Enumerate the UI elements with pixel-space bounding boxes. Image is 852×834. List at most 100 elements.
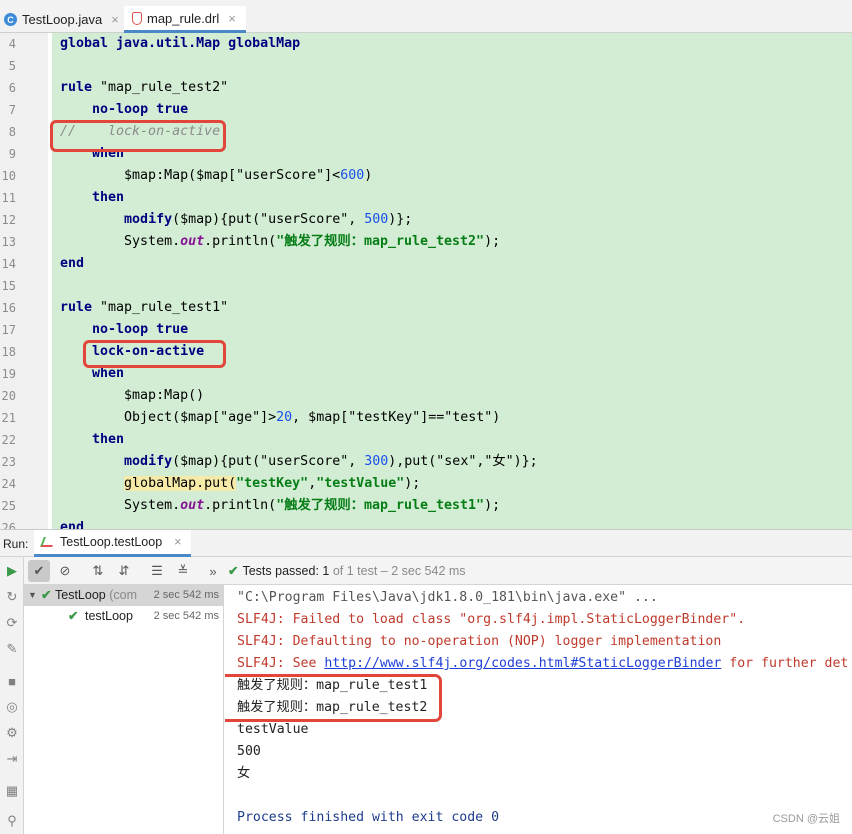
rerun-failed-icon[interactable]: ↻ xyxy=(3,588,21,606)
code-text: then xyxy=(60,429,124,451)
expand-all-icon[interactable]: ☰ xyxy=(146,560,168,582)
code-line: 5 xyxy=(0,55,852,77)
test-runner-toolbar: ✔ ⊘ ⇅ ⇵ ☰ ≚ » ✔ Tests passed: 1 of 1 tes… xyxy=(24,557,852,585)
tree-item-testloop-method[interactable]: ✔ testLoop 2 sec 542 ms xyxy=(24,606,223,627)
expand-arrow-icon[interactable]: ▼ xyxy=(28,585,37,606)
code-token: $map:Map($map["userScore"]< xyxy=(60,168,341,183)
tests-passed-count: 1 xyxy=(322,563,330,578)
console-line: 女 xyxy=(237,763,250,785)
test-tree: ▼ ✔ TestLoop (com 2 sec 542 ms ✔ testLoo… xyxy=(24,585,224,834)
code-text: $map:Map($map["userScore"]<600) xyxy=(60,165,372,187)
console-line: Process finished with exit code 0 xyxy=(237,807,499,829)
line-number: 9 xyxy=(8,147,16,161)
wrench-icon[interactable]: ✎ xyxy=(3,640,21,658)
line-number: 17 xyxy=(1,323,16,337)
tree-item-time: 2 sec 542 ms xyxy=(153,610,219,622)
line-number: 12 xyxy=(1,213,16,227)
line-number: 19 xyxy=(1,367,16,381)
tree-item-name: testLoop xyxy=(85,609,133,623)
line-number: 13 xyxy=(1,235,16,249)
run-tab-label: TestLoop.testLoop xyxy=(60,535,163,549)
code-token: , xyxy=(308,476,317,491)
console-text: "C:\Program Files\Java\jdk1.8.0_181\bin\… xyxy=(237,590,658,605)
console-text: SLF4J: Defaulting to no-operation (NOP) … xyxy=(237,634,722,649)
code-token: rule xyxy=(60,300,101,315)
code-text: no-loop true xyxy=(60,99,188,121)
tab-testloop-java[interactable]: C TestLoop.java × xyxy=(4,6,119,33)
line-number: 24 xyxy=(1,477,16,491)
code-line: 17 no-loop true xyxy=(0,319,852,341)
code-token: ) xyxy=(364,168,373,183)
check-icon: ✔ xyxy=(228,564,239,578)
run-label: Run: xyxy=(3,537,29,551)
code-line: 22 then xyxy=(0,429,852,451)
tab-map-rule-drl[interactable]: map_rule.drl × xyxy=(124,6,246,33)
highlight-box-lock-on-active xyxy=(83,340,226,368)
code-text: Object($map["age"]>20, $map["testKey"]==… xyxy=(60,407,500,429)
tree-item-time: 2 sec 542 ms xyxy=(153,589,219,601)
tab-label: map_rule.drl xyxy=(147,10,220,26)
camera-icon[interactable]: ◎ xyxy=(3,698,21,716)
collapse-all-icon[interactable]: ≚ xyxy=(172,560,194,582)
code-token: System. xyxy=(60,234,181,249)
line-number: 14 xyxy=(1,257,16,271)
code-token: end xyxy=(60,256,85,271)
code-token: globalMap.put( xyxy=(124,476,237,491)
close-tab-icon[interactable]: × xyxy=(174,535,181,549)
highlight-box-console-output xyxy=(225,674,442,722)
close-tab-icon[interactable]: × xyxy=(228,11,236,26)
console-text: 女 xyxy=(237,766,251,781)
show-ignored-icon[interactable]: ⊘ xyxy=(54,560,76,582)
code-editor[interactable]: 4 global java.util.Map globalMap 5 6 rule "m… xyxy=(0,33,852,529)
code-token: $map:Map() xyxy=(60,388,205,403)
toggle-auto-test-icon[interactable]: ⟳ xyxy=(3,614,21,632)
import-icon[interactable]: ⇥ xyxy=(3,750,21,768)
rerun-icon[interactable]: ▶ xyxy=(3,562,21,580)
code-token: then xyxy=(92,190,125,205)
code-token: "触发了规则：map_rule_test2" xyxy=(276,234,485,249)
run-tab-testloop[interactable]: TestLoop.testLoop × xyxy=(34,530,192,557)
console-text: for further det xyxy=(721,656,849,671)
code-token: out xyxy=(180,498,205,513)
code-token: ); xyxy=(484,234,501,249)
console-output[interactable]: "C:\Program Files\Java\jdk1.8.0_181\bin\… xyxy=(225,585,852,834)
code-token: ($map){put("userScore", xyxy=(172,454,365,469)
console-link[interactable]: http://www.slf4j.org/codes.html#StaticLo… xyxy=(324,656,721,671)
close-tab-icon[interactable]: × xyxy=(111,12,119,27)
layout-icon[interactable]: ▦ xyxy=(3,782,21,800)
tree-item-name: TestLoop (com xyxy=(55,588,137,602)
console-text: Process finished with exit code 0 xyxy=(237,810,500,825)
stop-icon[interactable]: ■ xyxy=(3,672,21,690)
tests-status: ✔ Tests passed: 1 of 1 test – 2 sec 542 … xyxy=(228,563,466,579)
code-token: 600 xyxy=(340,168,365,183)
code-token: )}; xyxy=(388,212,413,227)
code-token: ); xyxy=(484,498,501,513)
console-text: testValue xyxy=(237,722,309,737)
sort-by-duration-icon[interactable]: ⇵ xyxy=(113,560,135,582)
run-tool-window-header: Run: TestLoop.testLoop × xyxy=(0,529,852,557)
code-line: 20 $map:Map() xyxy=(0,385,852,407)
settings-icon[interactable]: ⚙ xyxy=(3,724,21,742)
code-token: global java.util.Map globalMap xyxy=(60,36,301,51)
code-line: 21 Object($map["age"]>20, $map["testKey"… xyxy=(0,407,852,429)
code-text: rule "map_rule_test1" xyxy=(60,297,228,319)
sort-alphabetically-icon[interactable]: ⇅ xyxy=(87,560,109,582)
code-token: no-loop true xyxy=(92,102,189,117)
drools-file-icon xyxy=(132,11,142,25)
tree-item-testloop-class[interactable]: ▼ ✔ TestLoop (com 2 sec 542 ms xyxy=(24,585,223,606)
code-line: 7 no-loop true xyxy=(0,99,852,121)
line-number: 22 xyxy=(1,433,16,447)
code-token: no-loop true xyxy=(92,322,189,337)
more-actions-icon[interactable]: » xyxy=(202,560,224,582)
code-token: ); xyxy=(404,476,421,491)
pin-icon[interactable]: ⚲ xyxy=(3,812,21,830)
line-number: 7 xyxy=(8,103,16,117)
code-text: end xyxy=(60,253,84,275)
code-line: 15 xyxy=(0,275,852,297)
show-passed-icon[interactable]: ✔ xyxy=(28,560,50,582)
code-line: 25 System.out.println("触发了规则：map_rule_te… xyxy=(0,495,852,517)
code-text: modify($map){put("userScore", 300),put("… xyxy=(60,451,538,473)
